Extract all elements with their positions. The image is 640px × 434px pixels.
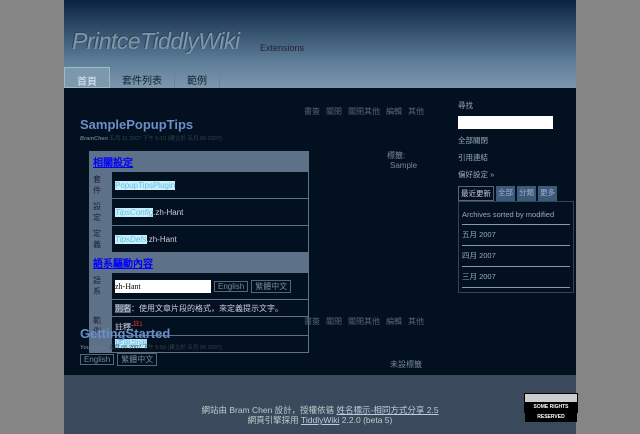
chinese-button[interactable]: 繁體中文 [251, 279, 292, 293]
more-button[interactable]: 其他 [408, 317, 424, 326]
archive-item[interactable]: 三月 2007 [462, 267, 570, 288]
close-button[interactable]: 關閉 [326, 317, 342, 326]
close-button[interactable]: 關閉 [326, 107, 342, 116]
tags-label: 標籤: [387, 151, 406, 160]
tab-plugins[interactable]: 套件列表 [110, 67, 175, 88]
tiddler-title: SamplePopupTips [80, 117, 194, 132]
date: 五月 06 2007 下午 5:58 (建立於 五月 06 2007) [108, 345, 222, 351]
section-heading[interactable]: 相關設定 [93, 158, 133, 169]
close-all-link[interactable]: 全部關閉 [458, 135, 574, 146]
close-others-button[interactable]: 關閉其他 [348, 317, 380, 326]
license-link[interactable]: 姓名標示-相同方式分享 2.5 [337, 405, 439, 415]
footer-text: 網頁引擎採用 [247, 415, 302, 425]
footer: 網站由 Bram Chen 設計，授權依循 姓名標示-相同方式分享 2.5 網頁… [64, 375, 578, 434]
edit-button[interactable]: 編輯 [386, 107, 402, 116]
settings-table: 相關設定 套件 PopupTipsPlugin 設定 TipsConfig.zh-H… [89, 151, 309, 353]
plugin-link[interactable]: PopupTipsPlugin [115, 180, 176, 190]
row-label: 定義 [89, 225, 112, 253]
tab-examples[interactable]: 範例 [175, 67, 220, 88]
row-label: 套件 [89, 171, 112, 199]
tiddler-subtitle: YourName 五月 06 2007 下午 5:58 (建立於 五月 06 2… [80, 343, 222, 351]
options-link[interactable]: 偏好設定 » [458, 169, 574, 180]
bookmark-button[interactable]: 書簽 [304, 317, 320, 326]
tags-box: 標籤: Sample [387, 150, 417, 170]
sidebar: 尋找 全部關閉 引用連結 偏好設定 » 最近更新 全部 分類 更多 Archives … [458, 100, 574, 293]
row-label: 設定 [89, 198, 112, 226]
suffix: .zh-Hant [146, 234, 177, 244]
site-title: PrintceTiddlyWiki [72, 28, 240, 54]
tiddler-title: GettingStarted [80, 326, 171, 341]
edit-button[interactable]: 編輯 [386, 317, 402, 326]
cc-badge-text: SOME RIGHTS RESERVED [525, 402, 577, 422]
section-heading[interactable]: 語系驅動內容 [93, 259, 153, 270]
author[interactable]: BramChen [80, 136, 108, 142]
tag-sample[interactable]: Sample [390, 161, 417, 170]
author[interactable]: YourName [80, 345, 107, 351]
sidebar-tabs: 最近更新 全部 分類 更多 [458, 186, 574, 201]
language-input[interactable] [115, 279, 211, 293]
tiddlywiki-link[interactable]: TiddlyWiki [301, 415, 339, 425]
english-button[interactable]: English [214, 280, 249, 292]
english-button[interactable]: English [80, 354, 115, 365]
bookmark-button[interactable]: 書簽 [304, 107, 320, 116]
config-link[interactable]: TipsConfig [115, 207, 154, 217]
tiddler-subtitle: BramChen 五月 11 2007 下午 5:10 (建立於 五月 06 2… [80, 134, 222, 142]
close-others-button[interactable]: 關閉其他 [348, 107, 380, 116]
alias-text: ：使用文章片段的格式，來定義提示文字。 [131, 303, 283, 313]
tab-home[interactable]: 首頁 [64, 67, 110, 88]
chinese-button[interactable]: 繁體中文 [117, 353, 158, 366]
tab-tags[interactable]: 分類 [517, 186, 536, 201]
suffix: .zh-Hant [153, 207, 184, 217]
tab-all[interactable]: 全部 [496, 186, 515, 201]
defs-link[interactable]: TipsDefs [115, 234, 147, 244]
alias-term[interactable]: 別名 [115, 303, 131, 313]
site-subtitle: Extensions [260, 43, 305, 53]
tab-recent[interactable]: 最近更新 [458, 186, 494, 201]
header: PrintceTiddlyWiki Extensions 首頁 套件列表 範例 [64, 0, 576, 88]
archive-item[interactable]: 四月 2007 [462, 246, 570, 267]
archive-title: Archives sorted by modified [462, 206, 570, 225]
tiddler-toolbar: 書簽 關閉 關閉其他 編輯 其他 [298, 316, 424, 327]
tab-more[interactable]: 更多 [538, 186, 557, 201]
tiddler-toolbar: 書簽 關閉 關閉其他 編輯 其他 [298, 106, 424, 117]
main-tabs: 首頁 套件列表 範例 [64, 67, 220, 88]
archive-item[interactable]: 五月 2007 [462, 225, 570, 246]
cc-license-badge[interactable]: SOME RIGHTS RESERVED [524, 393, 578, 422]
no-tags-label: 未設標籤 [390, 360, 422, 369]
permaview-link[interactable]: 引用連結 [458, 152, 574, 163]
language-buttons: English 繁體中文 [80, 353, 158, 366]
search-input[interactable] [458, 116, 553, 129]
date: 五月 11 2007 下午 5:10 (建立於 五月 06 2007) [109, 136, 222, 142]
page: PrintceTiddlyWiki Extensions 首頁 套件列表 範例 … [64, 0, 578, 434]
footer-text: 網站由 Bram Chen 設計，授權依循 [201, 405, 337, 415]
version-text: 2.2.0 (beta 5) [339, 415, 393, 425]
archive-list: Archives sorted by modified 五月 2007 四月 2… [458, 201, 574, 293]
search-label: 尋找 [458, 101, 473, 110]
row-label: 語系 [89, 272, 112, 300]
more-button[interactable]: 其他 [408, 107, 424, 116]
